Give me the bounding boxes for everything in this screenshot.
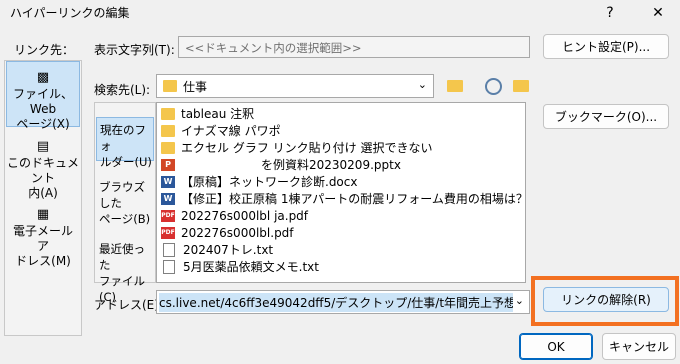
list-item[interactable]: W 【修正】校正原稿 1棟アパートの耐震リフォーム費用の相場は？工事の — [161, 190, 526, 207]
close-icon: ✕ — [652, 5, 664, 21]
list-item[interactable]: エクセル グラフ リンク貼り付け 選択できない — [161, 139, 432, 156]
file-name: 202276s000lbl.pdf — [181, 225, 294, 240]
link-to-web-page-label: ファイル、Web — [12, 87, 73, 116]
link-to-pane: ▩ ファイル、Web ページ(X) ▤ このドキュメント 内(A) ▦ 電子メー… — [4, 60, 82, 336]
bookmark-button[interactable]: ブックマーク(O)... — [543, 104, 669, 129]
look-in-value: 仕事 — [183, 79, 208, 94]
link-to-email-label-2: ドレス(M) — [15, 254, 71, 268]
browse-file-icon[interactable] — [510, 75, 532, 97]
source-browsed-pages-label-2: ページ(B) — [99, 212, 151, 226]
list-item[interactable]: 5月医薬品依頼文メモ.txt — [161, 258, 319, 275]
cancel-button[interactable]: キャンセル — [602, 333, 676, 360]
folder-icon — [161, 107, 175, 120]
address-value: cs.live.net/4c6ff3e49042dff5/デスクトップ/仕事/t… — [159, 292, 513, 312]
source-current-folder-label: 現在のフォ — [100, 123, 146, 153]
list-item[interactable]: W 【原稿】ネットワーク診断.docx — [161, 173, 357, 190]
text-file-icon — [163, 242, 175, 257]
document-icon: ▤ — [36, 139, 50, 154]
up-folder-icon[interactable] — [444, 75, 466, 97]
file-name: 5月医薬品依頼文メモ.txt — [183, 260, 319, 274]
link-to-this-document-label: このドキュメント — [6, 156, 79, 185]
source-recent-files-label: 最近使った — [99, 242, 145, 272]
file-list[interactable]: tableau 注釈 イナズマ線 パワポ エクセル グラフ リンク貼り付け 選択… — [156, 102, 526, 283]
pdf-icon: PDF — [161, 209, 175, 222]
remove-link-button[interactable]: リンクの解除(R) — [543, 287, 669, 312]
folder-icon — [163, 80, 177, 92]
file-name: イナズマ線 パワポ — [181, 124, 281, 138]
list-item[interactable]: 202407トレ.txt — [161, 241, 273, 258]
look-in-label: 検索先(L): — [94, 83, 151, 97]
word-icon: W — [161, 192, 175, 205]
list-item[interactable]: イナズマ線 パワポ — [161, 122, 281, 139]
file-name: 202407トレ.txt — [183, 243, 274, 257]
close-button[interactable]: ✕ — [638, 0, 678, 26]
file-name: 202276s000lbl ja.pdf — [181, 208, 309, 223]
email-icon: ▦ — [36, 207, 50, 222]
folder-icon — [161, 124, 175, 137]
link-to-web-page-label-2: ページ(X) — [16, 117, 70, 131]
file-name: 【原稿】ネットワーク診断.docx — [181, 175, 358, 189]
folder-icon — [161, 141, 175, 154]
list-item[interactable]: PDF 202276s000lbl.pdf — [161, 224, 294, 241]
source-current-folder-label-2: ルダー(U) — [100, 155, 152, 169]
ok-button[interactable]: OK — [519, 333, 593, 360]
file-name: 【修正】校正原稿 1棟アパートの耐震リフォーム費用の相場は？工事の — [181, 192, 526, 206]
display-text-field[interactable]: <<ドキュメント内の選択範囲>> — [178, 36, 530, 58]
web-page-icon: ▩ — [36, 70, 50, 85]
source-browsed-pages-label: ブラウズした — [99, 180, 145, 210]
list-item[interactable]: P を例資料20230209.pptx — [161, 156, 401, 173]
help-button[interactable]: ? — [590, 0, 630, 26]
text-file-icon — [163, 259, 175, 274]
file-name: エクセル グラフ リンク貼り付け 選択できない — [181, 141, 433, 155]
source-browsed-pages[interactable]: ブラウズした ページ(B) — [96, 179, 154, 226]
list-item[interactable]: tableau 注釈 — [161, 105, 254, 122]
help-icon: ? — [606, 5, 614, 21]
source-pane: 現在のフォ ルダー(U) ブラウズした ページ(B) 最近使った ファイル(C) — [94, 102, 156, 304]
link-to-email[interactable]: ▦ 電子メール ア ドレス(M) — [6, 207, 80, 268]
chevron-down-icon: ⌄ — [417, 78, 427, 91]
browse-web-icon[interactable] — [482, 75, 504, 97]
link-to-this-document[interactable]: ▤ このドキュメント 内(A) — [6, 139, 80, 200]
hint-button[interactable]: ヒント設定(P)... — [543, 34, 669, 59]
source-recent-files[interactable]: 最近使った ファイル(C) — [96, 241, 154, 304]
pdf-icon: PDF — [161, 226, 175, 239]
file-name: を例資料20230209.pptx — [261, 158, 401, 172]
file-name: tableau 注釈 — [181, 107, 255, 121]
address-input[interactable]: cs.live.net/4c6ff3e49042dff5/デスクトップ/仕事/t… — [156, 290, 530, 314]
link-to-email-label: 電子メール ア — [12, 224, 73, 253]
address-label: アドレス(E): — [94, 298, 163, 312]
list-item[interactable]: PDF 202276s000lbl ja.pdf — [161, 207, 308, 224]
link-to-label: リンク先： — [14, 43, 75, 57]
powerpoint-icon: P — [161, 158, 175, 171]
look-in-dropdown[interactable]: 仕事 ⌄ — [156, 74, 434, 98]
word-icon: W — [161, 175, 175, 188]
link-to-this-document-label-2: 内(A) — [28, 186, 58, 200]
display-text-label: 表示文字列(T): — [94, 43, 175, 57]
chevron-down-icon: ⌄ — [514, 294, 524, 307]
window-title: ハイパーリンクの編集 — [10, 6, 130, 20]
source-current-folder[interactable]: 現在のフォ ルダー(U) — [96, 117, 154, 169]
link-to-web-page[interactable]: ▩ ファイル、Web ページ(X) — [6, 61, 80, 131]
